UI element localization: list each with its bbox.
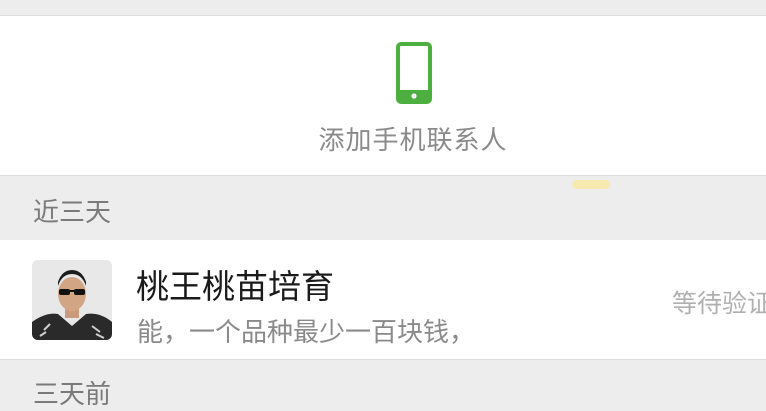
contact-name: 桃王桃苗培育 xyxy=(136,267,334,306)
highlight-mark xyxy=(572,180,610,189)
contact-row[interactable]: 桃王桃苗培育 能，一个品种最少一百块钱， 等待验证 xyxy=(0,240,766,359)
contact-message: 能，一个品种最少一百块钱， xyxy=(137,318,476,348)
avatar xyxy=(32,260,112,340)
phone-icon xyxy=(396,42,432,104)
section-header-earlier: 三天前 xyxy=(0,359,766,410)
top-band xyxy=(0,0,766,16)
section-header-recent: 近三天 xyxy=(0,175,766,240)
avatar-portrait-icon xyxy=(32,260,112,340)
contact-status: 等待验证 xyxy=(672,289,766,318)
add-phone-contacts-entry[interactable]: 添加手机联系人 xyxy=(0,16,766,175)
section-title: 近三天 xyxy=(33,198,112,228)
add-phone-contacts-label: 添加手机联系人 xyxy=(318,126,508,156)
section-title: 三天前 xyxy=(33,380,112,410)
